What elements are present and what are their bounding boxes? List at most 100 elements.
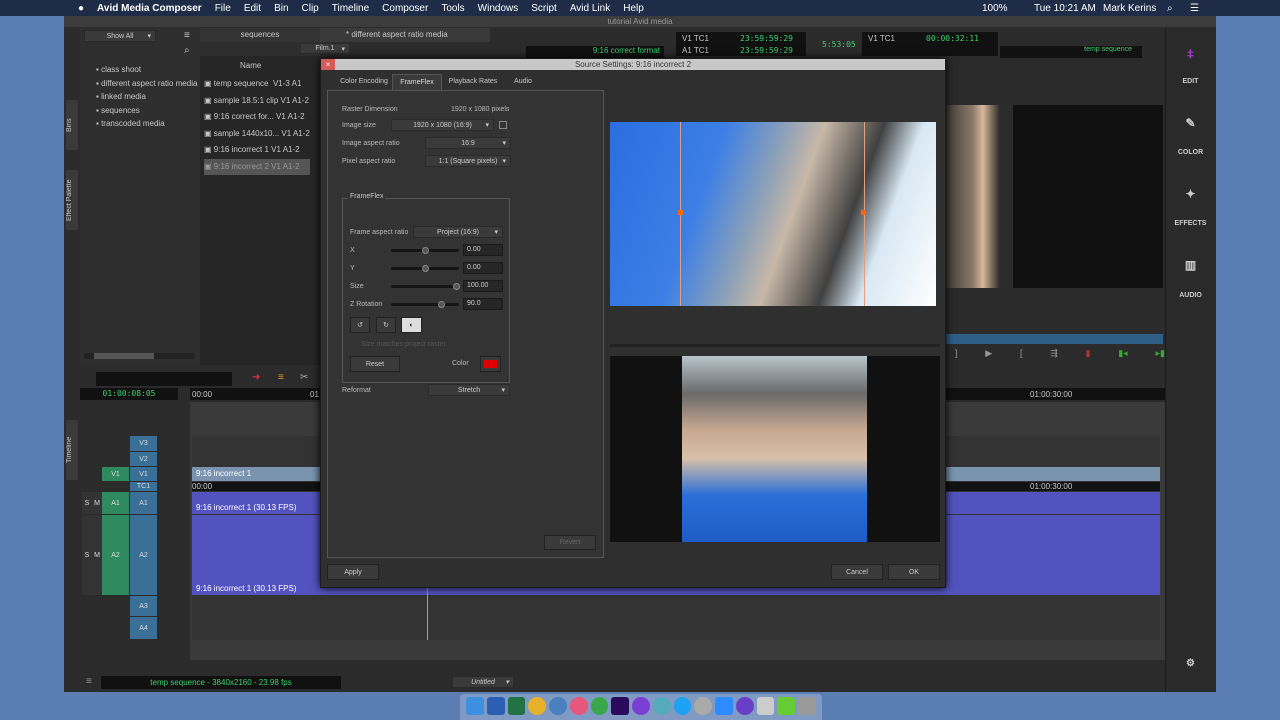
edit-icon[interactable]: ⧧	[1165, 45, 1216, 62]
show-all-dropdown[interactable]: Show All	[84, 30, 156, 42]
menu-app[interactable]: Avid Media Composer	[97, 3, 202, 14]
size-slider[interactable]	[391, 283, 460, 290]
bin-item[interactable]: ▪ sequences	[96, 104, 197, 118]
size-matches-checkbox[interactable]: Size matches project raster	[361, 341, 446, 348]
reformat-dropdown[interactable]: Stretch	[428, 384, 510, 396]
tab-sequences[interactable]: sequences	[200, 28, 320, 42]
extract-icon[interactable]: ≡	[278, 372, 284, 383]
browser-icon[interactable]	[549, 697, 567, 715]
search-icon[interactable]: ⌕	[184, 45, 190, 56]
battery-status[interactable]: 100%	[982, 3, 1008, 14]
chrome-icon[interactable]	[528, 697, 547, 715]
track-a4[interactable]: A4	[130, 617, 157, 639]
excel-icon[interactable]	[507, 697, 526, 715]
frame-aspect-ratio-dropdown[interactable]: Project (16:9)	[413, 226, 503, 238]
menu-timeline[interactable]: Timeline	[332, 3, 369, 14]
tab-color-encoding[interactable]: Color Encoding	[327, 75, 401, 89]
trash-icon[interactable]	[798, 697, 817, 715]
track-v3[interactable]: V3	[130, 436, 157, 451]
music-icon[interactable]	[569, 697, 588, 715]
play-icon[interactable]: ▶	[985, 348, 992, 359]
premiere-icon[interactable]	[611, 697, 630, 715]
revert-button[interactable]: Revert	[544, 535, 596, 550]
app-icon[interactable]	[756, 697, 775, 715]
bin-row-selected[interactable]: ▣ 9:16 incorrect 2 V1 A1-2	[204, 158, 310, 175]
workspace-color[interactable]: COLOR	[1165, 149, 1216, 156]
pixel-aspect-ratio-dropdown[interactable]: 1:1 (Square pixels)	[425, 155, 511, 167]
rotate-toggle-button[interactable]: ◐	[401, 317, 422, 333]
effects-icon[interactable]: ✦	[1165, 187, 1216, 201]
lift-icon[interactable]: ➜	[252, 372, 260, 383]
cancel-button[interactable]: Cancel	[831, 564, 883, 580]
playhead[interactable]	[427, 588, 428, 640]
bin-view-dropdown[interactable]: Film.1	[300, 43, 350, 54]
color-swatch-button[interactable]	[480, 356, 501, 372]
menu-icon[interactable]: ≡	[184, 30, 190, 41]
timeline-timecode[interactable]: 01:00:08:05	[80, 388, 178, 400]
preview-scrubber[interactable]	[610, 344, 940, 347]
splice-icon[interactable]: ▮◂	[1118, 348, 1127, 359]
ok-button[interactable]: OK	[888, 564, 940, 580]
twitter-icon[interactable]	[673, 697, 692, 715]
bin-row[interactable]: ▣ sample 1440x10... V1 A1-2	[204, 126, 310, 143]
menu-tools[interactable]: Tools	[441, 3, 464, 14]
finder-icon[interactable]	[466, 697, 484, 715]
source-timecode-display[interactable]: V1 TC1 23:59:59:29 A1 TC1 23:59:59:29	[676, 32, 806, 56]
size-field[interactable]: 100.00	[463, 280, 503, 292]
mark-in-icon[interactable]: [	[1020, 348, 1023, 359]
word-icon[interactable]	[486, 697, 505, 715]
app-icon[interactable]	[735, 697, 754, 715]
tab-different-aspect[interactable]: * different aspect ratio media	[320, 28, 490, 42]
x-field[interactable]: 0.00	[463, 244, 503, 256]
menu-help[interactable]: Help	[623, 3, 644, 14]
zoom-icon[interactable]	[715, 697, 733, 715]
mark-out-icon[interactable]: ]	[955, 348, 958, 359]
source-clip-name[interactable]: 9:16 correct format	[526, 46, 664, 58]
rotate-right-button[interactable]: ↻	[376, 317, 396, 333]
timeline-side-tab[interactable]: Timeline	[66, 420, 78, 480]
menu-bin[interactable]: Bin	[274, 3, 288, 14]
rotate-left-button[interactable]: ↺	[350, 317, 370, 333]
track-tc1[interactable]: TC1	[130, 482, 157, 491]
clock[interactable]: Tue 10:21 AM	[1034, 3, 1096, 14]
menu-avid-link[interactable]: Avid Link	[570, 3, 610, 14]
bin-item[interactable]: ▪ transcoded media	[96, 117, 197, 131]
scissors-icon[interactable]: ✂	[300, 372, 308, 383]
audio-icon[interactable]: ▥	[1165, 258, 1216, 272]
track-v1[interactable]: V1	[130, 467, 157, 481]
custom-size-button[interactable]	[499, 121, 507, 129]
y-field[interactable]: 0.00	[463, 262, 503, 274]
track-a1[interactable]: A1	[130, 492, 157, 514]
menu-script[interactable]: Script	[531, 3, 557, 14]
avid-icon[interactable]	[632, 697, 650, 715]
bins-side-tab[interactable]: Bins	[66, 100, 78, 150]
track-a2[interactable]: A2	[130, 515, 157, 595]
menu-file[interactable]: File	[215, 3, 231, 14]
solo-a2[interactable]: S	[82, 515, 92, 595]
bin-row[interactable]: ▣ sample 18.5:1 clip V1 A1-2	[204, 93, 310, 110]
workspace-edit[interactable]: EDIT	[1165, 78, 1216, 85]
timeline-name-field[interactable]	[96, 372, 232, 386]
source-track-a1[interactable]: A1	[102, 492, 129, 514]
apply-button[interactable]: Apply	[327, 564, 379, 580]
bin-item[interactable]: ▪ different aspect ratio media	[96, 77, 197, 91]
list-icon[interactable]: ☰	[1190, 3, 1199, 14]
workspace-audio[interactable]: AUDIO	[1165, 292, 1216, 299]
image-size-dropdown[interactable]: 1920 x 1080 (16:9)	[391, 119, 494, 131]
trim-icon[interactable]: ⇶	[1050, 348, 1058, 359]
record-timecode-display[interactable]: V1 TC1 00:00:32:11	[862, 32, 998, 56]
record-sequence-name[interactable]: temp sequence	[1000, 46, 1142, 58]
x-slider[interactable]	[391, 247, 459, 254]
menu-composer[interactable]: Composer	[382, 3, 428, 14]
image-aspect-ratio-dropdown[interactable]: 16:9	[425, 137, 511, 149]
tab-playback-rates[interactable]: Playback Rates	[443, 75, 503, 89]
marker-icon[interactable]: ▮	[1086, 348, 1091, 359]
bin-row[interactable]: ▣ 9:16 incorrect 1 V1 A1-2	[204, 142, 310, 159]
frame-handle[interactable]	[861, 210, 866, 215]
source-track-a2[interactable]: A2	[102, 515, 129, 595]
z-rotation-field[interactable]: 90.0	[463, 298, 503, 310]
app-icon[interactable]	[652, 697, 671, 715]
bin-row[interactable]: ▣ 9:16 correct for... V1 A1-2	[204, 109, 310, 126]
app-icon[interactable]	[590, 697, 609, 715]
overwrite-icon[interactable]: ▸▮	[1155, 348, 1164, 359]
